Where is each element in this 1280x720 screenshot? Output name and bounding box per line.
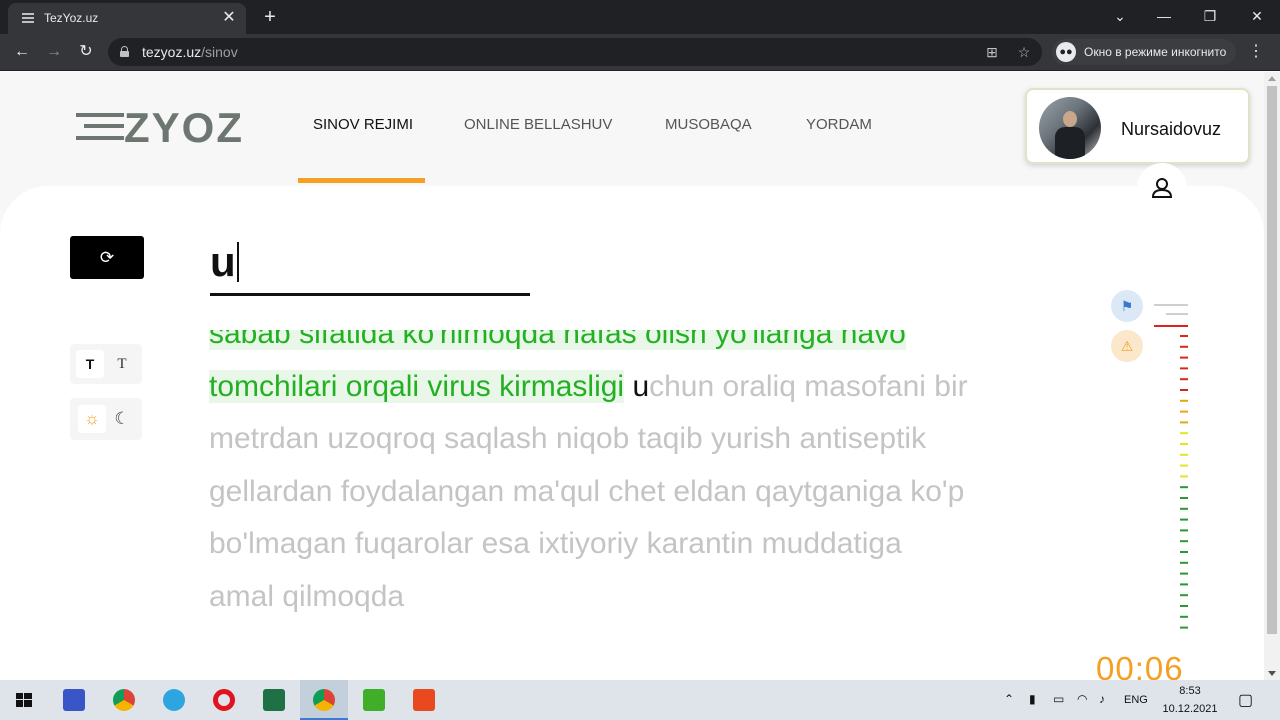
speed-scale (1154, 304, 1188, 629)
incognito-indicator[interactable]: ●● Окно в режиме инкогнито (1052, 39, 1237, 65)
scroll-down-arrow-icon[interactable] (1268, 671, 1276, 676)
favicon-icon (22, 13, 34, 23)
address-bar[interactable]: tezyoz.uz/sinov ⊞ ☆ (108, 38, 1042, 66)
clock-time[interactable]: 8:53 (1162, 685, 1218, 697)
minimize-button[interactable]: — (1144, 4, 1184, 28)
new-tab-button[interactable]: + (258, 5, 282, 29)
reload-button[interactable]: ↻ (74, 40, 98, 64)
profile-button[interactable] (1137, 163, 1187, 213)
nav-online-bellashuv[interactable]: ONLINE BELLASHUV (464, 116, 612, 133)
sun-icon[interactable]: ☼ (78, 405, 106, 433)
taskbar-camtasia-red[interactable] (400, 680, 448, 720)
remaining-text: chun oraliq masofani bir metrdan uzoqroq… (209, 369, 968, 613)
taskbar-opera[interactable] (200, 680, 248, 720)
notifications-icon[interactable]: ▢ (1238, 690, 1253, 710)
battery-icon[interactable]: ▭ (1053, 692, 1064, 706)
page-content: ZYOZ SINOV REJIMI ONLINE BELLASHUV MUSOB… (0, 72, 1264, 680)
scroll-up-arrow-icon[interactable] (1268, 76, 1276, 81)
username: Nursaidovuz (1121, 119, 1222, 139)
floppy-icon (63, 689, 85, 711)
current-char: u (632, 369, 650, 403)
moon-icon[interactable]: ☾ (108, 405, 136, 433)
typing-text: sabab sifatida ko'rilmoqda nafas olish y… (209, 330, 969, 640)
close-tab-icon[interactable]: ✕ (220, 9, 238, 27)
windows-taskbar: ⌃ ▮ ▭ ◠ ♪ ENG 8:53 10.12.2021 ▢ (0, 680, 1280, 720)
telegram-icon (163, 689, 185, 711)
font-serif-option[interactable]: T (108, 350, 136, 378)
font-sans-option[interactable]: T (76, 350, 104, 378)
clock-date[interactable]: 10.12.2021 (1158, 703, 1222, 715)
chrome-icon (113, 689, 135, 711)
nav-musobaqa[interactable]: MUSOBAQA (665, 116, 752, 133)
text-caret (236, 242, 239, 282)
site-logo[interactable]: ZYOZ (76, 104, 244, 152)
theme-toggle: ☼ ☾ (70, 398, 142, 440)
incognito-label: Окно в режиме инкогнито (1084, 45, 1227, 59)
taskbar-telegram[interactable] (150, 680, 198, 720)
tab-title: TezYoz.uz (44, 11, 99, 25)
camtasia-green-icon (363, 689, 385, 711)
flag-icon[interactable]: ⚑ (1111, 290, 1143, 322)
url-text[interactable]: tezyoz.uz/sinov (142, 44, 238, 60)
taskbar-camtasia-green[interactable] (350, 680, 398, 720)
warning-icon[interactable]: ⚠ (1111, 330, 1143, 362)
browser-toolbar: ← → ↻ tezyoz.uz/sinov ⊞ ☆ ●● Окно в режи… (0, 34, 1280, 71)
bookmark-star-icon[interactable]: ☆ (1014, 42, 1034, 62)
page-scrollbar[interactable] (1264, 72, 1280, 680)
back-button[interactable]: ← (10, 40, 34, 64)
close-window-button[interactable]: ✕ (1237, 4, 1277, 28)
browser-tab-strip: TezYoz.uz ✕ + ⌄ — ❐ ✕ (0, 0, 1280, 34)
refresh-icon: ⟳ (99, 248, 115, 267)
windows-logo-icon (16, 693, 32, 707)
scroll-thumb[interactable] (1267, 86, 1277, 634)
taskbar-excel[interactable] (250, 680, 298, 720)
font-style-toggle: T T (70, 344, 142, 384)
user-profile-card[interactable]: Nursaidovuz (1025, 88, 1250, 164)
wifi-icon[interactable]: ◠ (1077, 692, 1087, 706)
taskbar-chrome[interactable] (100, 680, 148, 720)
camtasia-red-icon (413, 689, 435, 711)
opera-icon (213, 689, 235, 711)
translate-icon[interactable]: ⊞ (982, 42, 1002, 62)
user-icon (1151, 178, 1173, 198)
browser-tab[interactable]: TezYoz.uz ✕ (8, 3, 246, 34)
active-nav-indicator (298, 178, 425, 183)
forward-button[interactable]: → (42, 40, 66, 64)
tab-search-chevron-icon[interactable]: ⌄ (1100, 4, 1140, 28)
nav-yordam[interactable]: YORDAM (806, 116, 872, 133)
timer: 00:06 (1096, 650, 1184, 680)
volume-icon[interactable]: ♪ (1099, 692, 1105, 706)
excel-icon (263, 689, 285, 711)
taskbar-chrome-incognito[interactable] (300, 680, 348, 720)
taskbar-save-app[interactable] (50, 680, 98, 720)
phone-icon[interactable]: ▮ (1029, 692, 1036, 706)
typing-input-value: u (210, 238, 239, 286)
logo-te-mark (76, 109, 124, 145)
avatar (1039, 97, 1101, 159)
nav-sinov-rejimi[interactable]: SINOV REJIMI (313, 116, 413, 133)
restart-button[interactable]: ⟳ (70, 236, 144, 279)
typing-input[interactable]: u (210, 230, 530, 296)
browser-menu-icon[interactable]: ⋮ (1246, 40, 1266, 64)
lock-icon[interactable] (120, 46, 129, 57)
incognito-icon: ●● (1056, 42, 1076, 62)
tray-chevron-up-icon[interactable]: ⌃ (1004, 692, 1014, 706)
chrome-incognito-icon (313, 689, 335, 711)
input-language[interactable]: ENG (1124, 694, 1148, 706)
start-button[interactable] (0, 680, 48, 720)
restore-button[interactable]: ❐ (1190, 4, 1230, 28)
